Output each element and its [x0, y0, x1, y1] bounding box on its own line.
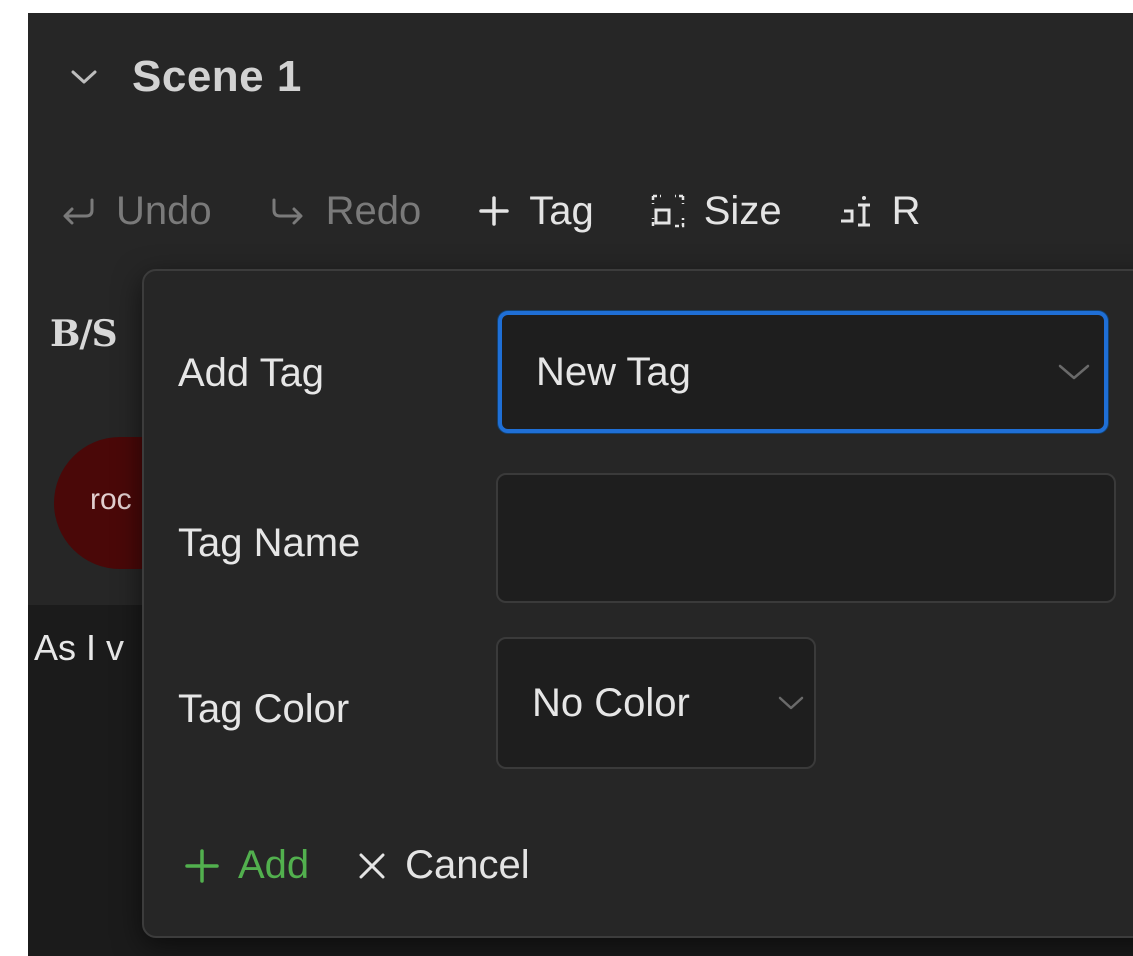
- chevron-down-icon[interactable]: [64, 57, 104, 97]
- resize-icon: [650, 193, 686, 229]
- cancel-button[interactable]: Cancel: [357, 843, 530, 888]
- redo-label: Redo: [325, 188, 422, 233]
- scene-title: Scene 1: [132, 52, 302, 101]
- chevron-down-icon: [768, 694, 814, 712]
- tag-name-input[interactable]: [496, 473, 1116, 603]
- add-tag-select-value: New Tag: [536, 349, 691, 394]
- undo-button[interactable]: Undo: [58, 189, 212, 234]
- plus-icon: [477, 194, 511, 228]
- tag-color-select-value: No Color: [532, 680, 690, 725]
- add-tag-popover: Add Tag New Tag Tag Name Tag Color No Co…: [142, 269, 1133, 938]
- cancel-button-label: Cancel: [405, 843, 530, 887]
- add-button-label: Add: [238, 843, 310, 887]
- undo-icon: [58, 196, 98, 226]
- undo-label: Undo: [116, 188, 212, 233]
- tag-color-select[interactable]: No Color: [496, 637, 816, 769]
- scene-header[interactable]: Scene 1: [64, 49, 302, 105]
- chevron-down-icon: [1044, 362, 1104, 382]
- add-button[interactable]: Add: [184, 843, 309, 888]
- tag-label: Tag: [529, 188, 594, 233]
- tag-color-label: Tag Color: [178, 687, 350, 731]
- editor-content-text: As I v: [34, 627, 125, 668]
- scene-panel: Scene 1 Undo Redo Tag Size R B/S roc As …: [28, 13, 1133, 956]
- tag-name-label: Tag Name: [178, 521, 361, 565]
- rename-icon: [838, 193, 874, 229]
- rename-label: R: [891, 188, 921, 233]
- rename-button[interactable]: R: [838, 188, 921, 234]
- popover-actions: Add Cancel: [184, 843, 578, 888]
- add-tag-label: Add Tag: [178, 351, 325, 395]
- add-tag-select[interactable]: New Tag: [498, 311, 1108, 433]
- scene-toolbar: Undo Redo Tag Size R: [58, 183, 976, 239]
- close-icon: [357, 851, 387, 881]
- plus-icon: [184, 848, 220, 884]
- size-button[interactable]: Size: [650, 189, 782, 234]
- tag-chip-label: roc: [90, 483, 132, 516]
- size-label: Size: [703, 188, 782, 233]
- redo-button[interactable]: Redo: [268, 188, 422, 234]
- redo-icon: [268, 196, 308, 226]
- bs-logo: B/S: [50, 313, 118, 355]
- add-tag-button[interactable]: Tag: [477, 189, 594, 234]
